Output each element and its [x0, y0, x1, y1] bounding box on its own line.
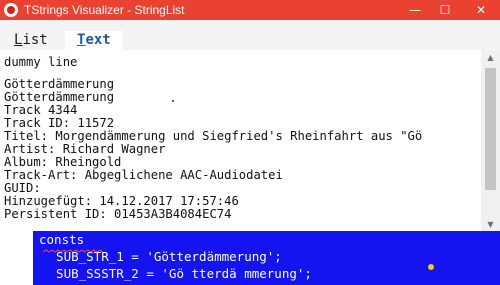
- tab-list-label: ist: [22, 32, 48, 48]
- text-editor[interactable]: dummy line Götterdämmerung Götterdämmeru…: [4, 50, 478, 231]
- tab-text-label: ext: [85, 32, 111, 48]
- close-button[interactable]: ✕: [466, 0, 496, 20]
- editor-line: dummy line: [4, 55, 78, 69]
- maximize-button[interactable]: ☐: [430, 0, 460, 20]
- code-tooltip-panel: consts SUB_STR_1 = 'Götterdämmerung'; SU…: [33, 231, 500, 285]
- app-icon: [4, 3, 18, 17]
- scroll-up-icon[interactable]: ▲: [481, 50, 500, 64]
- breakpoint-dot-icon: [428, 264, 434, 270]
- code-line: consts: [39, 232, 85, 247]
- scroll-down-icon[interactable]: ▼: [481, 217, 500, 231]
- vertical-scrollbar[interactable]: ▲ ▼: [481, 50, 500, 231]
- tab-bar: List Text: [0, 20, 500, 50]
- tab-list[interactable]: List: [2, 31, 60, 50]
- editor-line: Persistent ID: 01453A3B4084EC74: [4, 207, 232, 221]
- code-line: SUB_STR_1 = 'Götterdämmerung';: [41, 249, 282, 264]
- window-title: TStrings Visualizer - StringList: [24, 3, 185, 17]
- spellcheck-squiggle-icon: [43, 249, 103, 253]
- editor-line: Track-Art: Abgeglichene AAC-Audiodatei: [4, 168, 283, 182]
- title-bar: TStrings Visualizer - StringList — ☐ ✕: [0, 0, 500, 20]
- tab-text[interactable]: Text: [65, 31, 123, 50]
- scroll-thumb[interactable]: [485, 68, 496, 190]
- minimize-button[interactable]: —: [400, 0, 430, 20]
- stray-pixel: [172, 100, 174, 102]
